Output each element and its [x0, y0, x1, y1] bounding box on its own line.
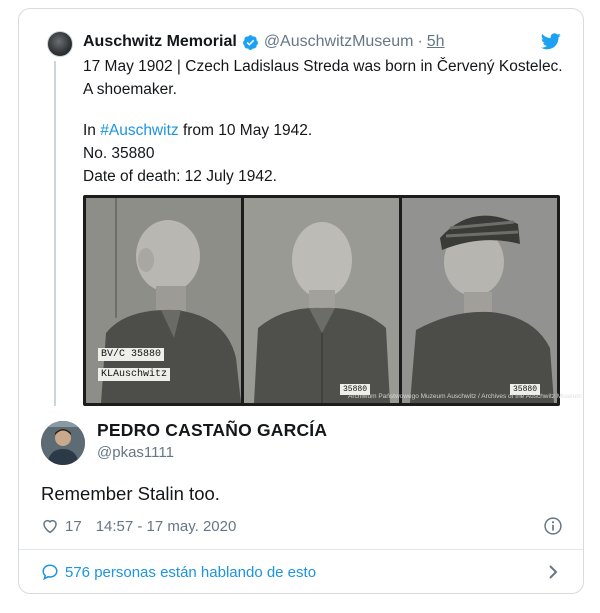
tweet-card[interactable]: Auschwitz Memorial @AuschwitzMuseum · 5h…: [18, 8, 584, 594]
quoted-timestamp[interactable]: 5h: [427, 33, 445, 51]
author-name[interactable]: PEDRO CASTAÑO GARCÍA: [97, 420, 327, 441]
tweet-meta: 17 14:57 - 17 may. 2020: [41, 514, 563, 538]
quoted-line-2-suffix: from 10 May 1942.: [178, 122, 313, 139]
prisoner-profile-right-image: [402, 198, 557, 403]
author-avatar-image: [41, 421, 85, 465]
speech-bubble-icon: [42, 564, 58, 581]
quoted-header: Auschwitz Memorial @AuschwitzMuseum · 5h: [83, 31, 445, 53]
quoted-line-3: No. 35880: [83, 145, 155, 162]
thread-line: [54, 61, 56, 406]
photo-panel-frontal: 35880: [244, 198, 399, 403]
quoted-line-2-prefix: In: [83, 122, 101, 139]
quoted-line-1: 17 May 1902 | Czech Ladislaus Streda was…: [83, 58, 563, 98]
photo-watermark: Archiwum Państwowego Muzeum Auschwitz / …: [348, 393, 582, 400]
quoted-avatar[interactable]: [47, 31, 73, 57]
conversation-link[interactable]: 576 personas están hablando de esto: [41, 559, 563, 585]
photo-panel-profile-right: 35880: [402, 198, 557, 403]
hashtag-link[interactable]: #Auschwitz: [100, 122, 178, 139]
prisoner-frontal-image: [244, 198, 399, 403]
prisoner-label-bottom: KLAuschwitz: [98, 368, 171, 381]
author-avatar[interactable]: [41, 421, 85, 465]
tweet-timestamp[interactable]: 14:57 - 17 may. 2020: [96, 518, 237, 535]
quoted-tweet[interactable]: Auschwitz Memorial @AuschwitzMuseum · 5h…: [19, 9, 583, 407]
separator-dot: ·: [417, 33, 423, 50]
like-count[interactable]: 17: [65, 518, 82, 535]
author-handle[interactable]: @pkas1111: [97, 444, 174, 461]
footer-divider: [19, 549, 583, 550]
verified-badge-icon: [242, 34, 258, 50]
chevron-right-icon[interactable]: [547, 564, 559, 580]
quoted-handle[interactable]: @AuschwitzMuseum: [264, 33, 414, 51]
mugshot-photo[interactable]: BV/C 35880 KLAuschwitz 35880 35880 Archi…: [83, 195, 582, 406]
info-icon[interactable]: [543, 516, 563, 536]
conversation-count-text[interactable]: 576 personas están hablando de esto: [65, 564, 316, 581]
heart-icon[interactable]: [41, 517, 59, 535]
photo-panel-profile-left: BV/C 35880 KLAuschwitz: [86, 198, 241, 403]
tweet-text: Remember Stalin too.: [41, 483, 220, 504]
quoted-line-2: In #Auschwitz from 10 May 1942.: [83, 119, 563, 142]
quoted-author-name[interactable]: Auschwitz Memorial: [83, 33, 237, 51]
quoted-tweet-text: 17 May 1902 | Czech Ladislaus Streda was…: [83, 55, 563, 188]
twitter-bird-icon[interactable]: [541, 33, 561, 50]
prisoner-label-top: BV/C 35880: [98, 348, 165, 361]
quoted-line-4: Date of death: 12 July 1942.: [83, 168, 277, 185]
